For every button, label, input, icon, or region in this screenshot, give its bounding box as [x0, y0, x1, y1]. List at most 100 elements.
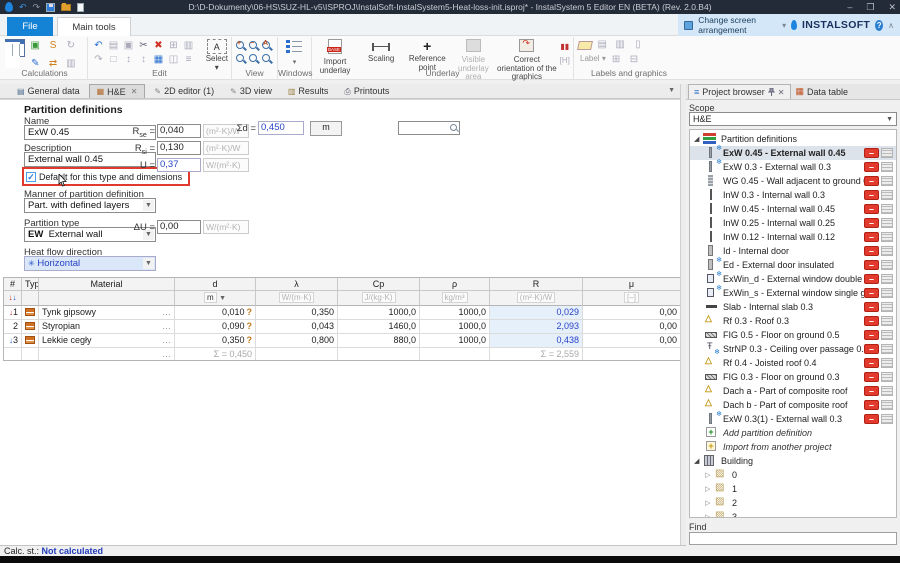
col-typ[interactable]: Typ: [22, 278, 39, 291]
partition-options-button[interactable]: [881, 204, 893, 214]
cell-rho[interactable]: 1000,0: [420, 306, 490, 320]
tab-3d-view[interactable]: ✎ 3D view: [223, 84, 279, 98]
chevron-down-icon[interactable]: ▼: [219, 295, 226, 302]
tree-item-partition[interactable]: ❄ExWin_s - External window single glazin…: [690, 286, 896, 300]
expander-icon[interactable]: ▷: [705, 485, 714, 493]
calc-options-icon[interactable]: S: [46, 39, 61, 53]
cell-typ[interactable]: [22, 334, 39, 348]
cell-num[interactable]: 2: [4, 320, 22, 334]
tree-action-item[interactable]: +Import from another project: [690, 440, 896, 454]
cell-typ[interactable]: [22, 306, 39, 320]
tree-item-partition[interactable]: FIG 0.3 - Floor on ground 0.3–: [690, 370, 896, 384]
col-material[interactable]: Material: [39, 278, 175, 291]
tree-item-storey[interactable]: ▷▨2: [690, 496, 896, 510]
expander-icon[interactable]: ◢: [694, 457, 703, 465]
cell-cp[interactable]: 1000,0: [338, 306, 420, 320]
duplicate-icon[interactable]: ▥: [181, 39, 196, 53]
cell-d[interactable]: 0,010?: [175, 306, 256, 320]
partition-options-button[interactable]: [881, 190, 893, 200]
find-input[interactable]: [689, 532, 897, 545]
remove-partition-button[interactable]: –: [864, 302, 879, 312]
tree-item-storey[interactable]: ▷▨3: [690, 510, 896, 518]
label-dropdown-icon[interactable]: ▾: [602, 54, 606, 63]
remove-partition-button[interactable]: –: [864, 274, 879, 284]
tree-item-storey[interactable]: ▷▨0: [690, 468, 896, 482]
remove-partition-button[interactable]: –: [864, 190, 879, 200]
tree-item-partition[interactable]: △Dach a - Part of composite roof–: [690, 384, 896, 398]
calculation-table-icon[interactable]: [5, 39, 25, 57]
undo-icon[interactable]: ↶: [91, 39, 106, 53]
ellipsis-icon[interactable]: …: [162, 320, 171, 333]
main-tools-tab[interactable]: Main tools: [57, 17, 131, 37]
manner-select[interactable]: Part. with defined layers▼: [24, 198, 156, 213]
tab-project-browser[interactable]: ≡ Project browser ✕: [688, 84, 791, 99]
paste-icon[interactable]: ▤: [106, 39, 121, 53]
partition-options-button[interactable]: [881, 162, 893, 172]
partition-options-button[interactable]: [881, 232, 893, 242]
partition-options-button[interactable]: [881, 344, 893, 354]
material-search-input[interactable]: [398, 121, 460, 135]
rsi-field[interactable]: 0,130: [157, 141, 201, 155]
remove-partition-button[interactable]: –: [864, 260, 879, 270]
label-button[interactable]: Label: [580, 54, 600, 63]
d-unit-cell[interactable]: m ▼: [175, 291, 256, 306]
graphic-grid-icon[interactable]: ⊞: [609, 53, 624, 67]
sort-icons[interactable]: ↓↓: [4, 291, 22, 306]
pin-icon[interactable]: [768, 88, 775, 96]
remove-partition-button[interactable]: –: [864, 148, 879, 158]
cell-rho[interactable]: 1000,0: [420, 320, 490, 334]
expander-icon[interactable]: ▷: [705, 499, 714, 507]
tree-item-partition[interactable]: △Rf 0.4 - Joisted roof 0.4–: [690, 356, 896, 370]
cell-rho[interactable]: 1000,0: [420, 334, 490, 348]
chevron-down-icon[interactable]: ▼: [143, 258, 154, 269]
partition-options-button[interactable]: [881, 260, 893, 270]
tree-item-building[interactable]: ◢Building: [690, 454, 896, 468]
remove-partition-button[interactable]: –: [864, 218, 879, 228]
align-icon[interactable]: ↕: [136, 53, 151, 67]
windows-list-icon[interactable]: [286, 39, 304, 55]
remove-partition-button[interactable]: –: [864, 232, 879, 242]
collapse-ribbon-icon[interactable]: ∧: [888, 21, 894, 30]
tab-results[interactable]: ▥ Results: [281, 84, 336, 98]
recalculate-icon[interactable]: ↻: [63, 39, 78, 53]
partition-options-button[interactable]: [881, 358, 893, 368]
remove-partition-button[interactable]: –: [864, 414, 879, 424]
tree-item-partition[interactable]: Slab - Internal slab 0.3–: [690, 300, 896, 314]
tree-item-partition[interactable]: WG 0.45 - Wall adjacent to ground 0.45–: [690, 174, 896, 188]
redo-icon[interactable]: ↷: [91, 53, 106, 67]
zoom-previous-icon[interactable]: [249, 54, 257, 62]
room-calc-icon[interactable]: ▣: [28, 39, 43, 53]
list-icon[interactable]: ≡: [181, 53, 196, 67]
save-icon[interactable]: [46, 3, 55, 12]
underlay-height-icon[interactable]: [H]: [557, 54, 572, 68]
remove-partition-button[interactable]: –: [864, 344, 879, 354]
select-button[interactable]: Select: [206, 54, 228, 63]
graphic-cell-icon[interactable]: ⊟: [626, 53, 641, 67]
graphic-frame-icon[interactable]: ▯: [630, 38, 645, 52]
copy-icon[interactable]: ▣: [121, 39, 136, 53]
rse-field[interactable]: 0,040: [157, 124, 201, 138]
remove-partition-button[interactable]: –: [864, 288, 879, 298]
partition-options-button[interactable]: [881, 316, 893, 326]
chevron-down-icon[interactable]: ▼: [143, 200, 154, 211]
close-button[interactable]: ✕: [888, 2, 896, 13]
zoom-all-icon[interactable]: A: [262, 41, 270, 49]
expander-icon[interactable]: ◢: [694, 135, 703, 143]
tree-item-partition[interactable]: FIG 0.5 - Floor on ground 0.5–: [690, 328, 896, 342]
tab-he[interactable]: ▦ H&E ✕: [89, 84, 146, 98]
tab-list-dropdown-icon[interactable]: ▼: [668, 87, 675, 94]
underlay-levels-icon[interactable]: ▮▮: [557, 40, 572, 54]
du-field[interactable]: 0,00: [157, 220, 201, 234]
change-screen-arrangement-button[interactable]: Change screen arrangement: [698, 15, 777, 35]
redo-icon[interactable]: ↷: [33, 2, 41, 12]
cell-num[interactable]: ↓3: [4, 334, 22, 348]
chevron-down-icon[interactable]: ▼: [886, 114, 893, 126]
open-project-icon[interactable]: [61, 4, 71, 11]
tree-item-partition[interactable]: Ŧ❄StrNP 0.3 - Ceiling over passage 0.3–: [690, 342, 896, 356]
close-panel-icon[interactable]: ✕: [778, 88, 785, 97]
remove-partition-button[interactable]: –: [864, 246, 879, 256]
select-area-icon[interactable]: A: [207, 39, 227, 54]
cut-icon[interactable]: ✂: [136, 39, 151, 53]
zoom-window-icon[interactable]: [236, 54, 244, 62]
partition-options-button[interactable]: [881, 218, 893, 228]
